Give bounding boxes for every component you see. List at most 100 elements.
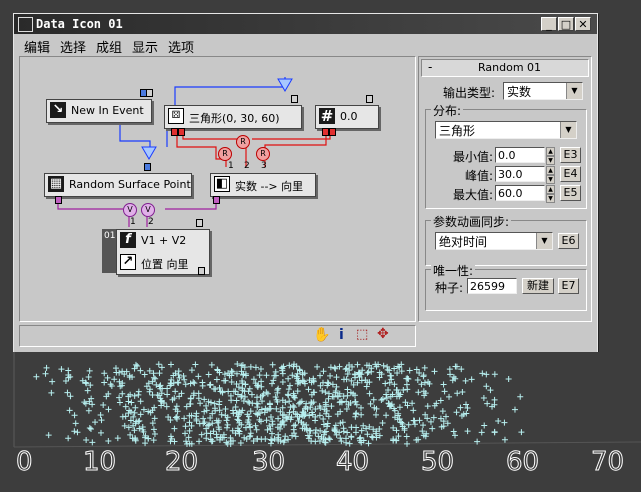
port-surface-in[interactable] bbox=[144, 163, 151, 171]
min-spinner[interactable]: ▲ ▼ bbox=[546, 147, 555, 165]
r-node-top[interactable]: R bbox=[236, 135, 250, 149]
particle bbox=[247, 432, 254, 439]
output-type-dropdown[interactable]: 实数 ▼ bbox=[503, 82, 583, 100]
particle bbox=[128, 399, 135, 406]
move-icon[interactable]: ✥ bbox=[377, 326, 389, 342]
particle bbox=[384, 366, 391, 373]
particle bbox=[480, 395, 487, 402]
port-float-out-2[interactable] bbox=[329, 128, 336, 136]
menu-display[interactable]: 显示 bbox=[132, 37, 158, 56]
distribution-dropdown[interactable]: 三角形 ▼ bbox=[435, 121, 577, 139]
port-expr-out[interactable] bbox=[198, 267, 205, 275]
rollout-header[interactable]: - Random 01 bbox=[421, 59, 589, 77]
menu-edit[interactable]: 编辑 bbox=[24, 37, 50, 56]
output-triangle-top[interactable] bbox=[277, 78, 293, 92]
particle bbox=[505, 375, 512, 382]
particle bbox=[431, 368, 438, 375]
particle bbox=[479, 370, 486, 377]
port-float-in[interactable] bbox=[366, 95, 373, 103]
particle bbox=[199, 382, 206, 389]
node-shape[interactable]: ⚄ 三角形(0, 30, 60) bbox=[164, 105, 302, 129]
output-triangle-mid[interactable] bbox=[141, 146, 157, 160]
particle bbox=[388, 372, 395, 379]
e4-button[interactable]: E4 bbox=[560, 166, 581, 182]
particle bbox=[221, 377, 228, 384]
particle bbox=[172, 388, 179, 395]
particle bbox=[137, 367, 144, 374]
min-field[interactable]: 0.0 bbox=[495, 147, 545, 163]
maximize-button[interactable]: □ bbox=[558, 17, 574, 31]
particle bbox=[141, 371, 148, 378]
port-shape-out-2[interactable] bbox=[178, 128, 185, 136]
new-seed-button[interactable]: 新建 bbox=[522, 278, 554, 294]
rollout-toggle[interactable]: - bbox=[428, 60, 432, 74]
particle bbox=[125, 398, 132, 405]
node-label: Random Surface Point bbox=[69, 178, 191, 191]
e5-button[interactable]: E5 bbox=[560, 185, 581, 201]
particle bbox=[343, 376, 350, 383]
r-node-right[interactable]: R bbox=[256, 147, 270, 161]
zoom-region-icon[interactable]: ⬚ bbox=[356, 327, 368, 342]
data-icon-window: Data Icon 01 _ □ ✕ 编辑 选择 成组 显示 选项 ↘ New … bbox=[13, 13, 598, 353]
port-float-out-1[interactable] bbox=[322, 128, 329, 136]
particle bbox=[83, 437, 90, 444]
e3-button[interactable]: E3 bbox=[560, 147, 581, 163]
node-new-in-event[interactable]: ↘ New In Event bbox=[46, 99, 152, 123]
dice-icon: ⚄ bbox=[168, 108, 184, 124]
particle bbox=[121, 422, 128, 429]
axis-label-60: 60 bbox=[505, 447, 540, 478]
port-vec-out[interactable] bbox=[213, 196, 220, 204]
node-expression[interactable]: f V1 + V2 ↗ 位置 向里 bbox=[116, 229, 210, 275]
close-button[interactable]: ✕ bbox=[575, 17, 591, 31]
particle bbox=[258, 378, 265, 385]
particle bbox=[352, 398, 359, 405]
particle bbox=[267, 436, 274, 443]
info-icon[interactable]: i bbox=[339, 327, 344, 343]
viewport[interactable]: 0 10 20 30 40 50 60 70 bbox=[0, 352, 641, 492]
hand-pan-icon[interactable]: ✋ bbox=[313, 327, 330, 343]
port-shape-out-1[interactable] bbox=[171, 128, 178, 136]
node-graph-canvas[interactable]: ↘ New In Event ⚄ 三角形(0, 30, 60) # 0.0 R … bbox=[19, 56, 416, 322]
particle bbox=[122, 403, 129, 410]
particle bbox=[195, 373, 202, 380]
node-real-to-vector[interactable]: ◧ 实数 --> 向里 bbox=[210, 173, 316, 197]
port-shape-in[interactable] bbox=[291, 95, 298, 103]
e6-button[interactable]: E6 bbox=[558, 233, 579, 249]
particle bbox=[327, 372, 334, 379]
animation-sync-dropdown[interactable]: 绝对时间 ▼ bbox=[435, 232, 553, 250]
particle bbox=[71, 412, 78, 419]
node-random-surface-point[interactable]: ▦ Random Surface Point bbox=[44, 173, 192, 197]
particle bbox=[314, 363, 321, 370]
node-float[interactable]: # 0.0 bbox=[315, 105, 379, 129]
wire-vec-v2 bbox=[165, 197, 217, 210]
particle bbox=[317, 372, 324, 379]
minimize-button[interactable]: _ bbox=[541, 17, 557, 31]
particle bbox=[132, 436, 139, 443]
seed-field[interactable]: 26599 bbox=[467, 278, 517, 294]
r-node-left[interactable]: R bbox=[218, 147, 232, 161]
menu-options[interactable]: 选项 bbox=[168, 37, 194, 56]
port-event-out2[interactable] bbox=[146, 89, 153, 97]
e7-button[interactable]: E7 bbox=[558, 278, 579, 294]
peak-spinner[interactable]: ▲ ▼ bbox=[546, 166, 555, 184]
particle bbox=[328, 403, 335, 410]
particle bbox=[410, 407, 417, 414]
peak-field[interactable]: 30.0 bbox=[495, 166, 545, 182]
particle bbox=[451, 432, 458, 439]
port-expr-in[interactable] bbox=[196, 219, 203, 227]
v-node-1[interactable]: V bbox=[123, 203, 137, 217]
particle bbox=[331, 364, 338, 371]
particle bbox=[72, 420, 79, 427]
max-spinner[interactable]: ▲ ▼ bbox=[546, 185, 555, 203]
particle bbox=[344, 386, 351, 393]
title-bar[interactable]: Data Icon 01 _ □ ✕ bbox=[14, 14, 597, 34]
particle bbox=[400, 387, 407, 394]
max-field[interactable]: 60.0 bbox=[495, 185, 545, 201]
particle bbox=[263, 372, 270, 379]
particle bbox=[366, 390, 373, 397]
menu-select[interactable]: 选择 bbox=[60, 37, 86, 56]
v-node-2[interactable]: V bbox=[141, 203, 155, 217]
menu-group[interactable]: 成组 bbox=[96, 37, 122, 56]
particle bbox=[325, 435, 332, 442]
port-surface-out[interactable] bbox=[55, 196, 62, 204]
